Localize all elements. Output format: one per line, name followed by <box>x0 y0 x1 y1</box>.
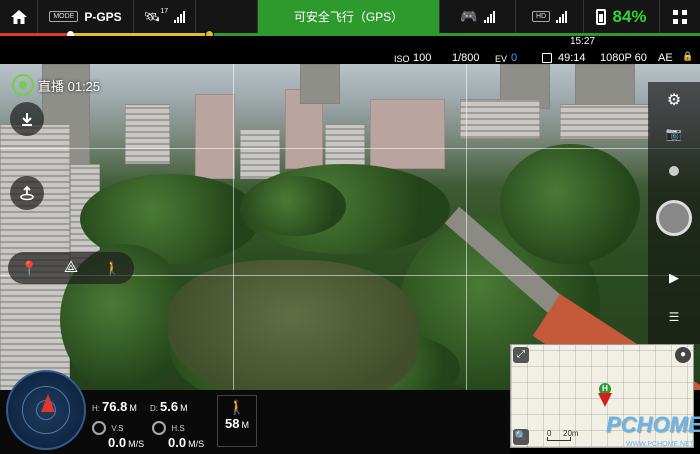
building <box>460 99 540 139</box>
distance-readout: D: 5.6 M <box>150 399 188 414</box>
iso-label: ISO <box>394 54 410 64</box>
live-stream-indicator[interactable]: 直播 01:25 <box>12 74 100 96</box>
grid-line <box>466 64 467 390</box>
return-home-icon <box>20 185 34 201</box>
waypoint-navigation-icon[interactable]: ⟁ <box>64 259 78 277</box>
ev-label: EV <box>495 54 508 64</box>
battery-icon <box>596 8 607 25</box>
clock: 15:27 <box>570 36 596 47</box>
spacer <box>196 0 258 34</box>
satellite-count: 17 <box>160 8 169 15</box>
live-icon <box>12 74 34 96</box>
takeoff-button[interactable] <box>10 102 44 136</box>
attitude-indicator[interactable] <box>6 370 86 450</box>
playback-button[interactable]: ▶ <box>648 270 700 286</box>
mode-badge: MODE <box>49 11 79 22</box>
aircraft-heading-icon <box>41 394 55 412</box>
grid-menu-icon <box>673 9 687 24</box>
pilot-distance-readout: 🚶 58 M <box>217 395 257 447</box>
flight-status[interactable]: 可安全飞行（GPS） <box>258 0 440 34</box>
aircraft-marker-icon <box>598 393 612 407</box>
scale-bar <box>547 437 571 441</box>
signal-bars-icon <box>556 10 568 23</box>
map-compass-icon[interactable]: ● <box>675 347 691 363</box>
ae-lock-icon: 🔒 <box>682 51 694 61</box>
more-settings-icon[interactable]: ☰ <box>648 310 700 324</box>
lake <box>168 260 418 390</box>
iso-value: 100 <box>413 52 432 64</box>
camera-settings-button[interactable]: ⚙ <box>648 90 700 110</box>
home-icon <box>10 9 27 24</box>
vertical-speed-readout: V.S 0.0 M/S <box>92 420 144 450</box>
point-of-interest-icon[interactable]: 📍 <box>21 260 38 277</box>
ae-label: AE <box>658 52 673 64</box>
flight-mode: P-GPS <box>84 9 122 24</box>
photo-mode-icon[interactable]: 📷 <box>648 126 700 142</box>
live-label: 直播 01:25 <box>38 78 101 94</box>
hd-video-signal[interactable]: HD <box>516 0 584 34</box>
shutter-button[interactable] <box>656 200 692 236</box>
grid-line <box>233 64 234 390</box>
remote-controller-signal[interactable]: 🎮 <box>440 0 516 34</box>
home-button[interactable] <box>0 0 38 34</box>
zoom-icon[interactable]: 🔍 <box>513 429 529 445</box>
satellite-icon: 🛰 <box>143 8 161 24</box>
horizontal-speed-icon <box>152 420 166 435</box>
building <box>125 104 170 164</box>
island <box>246 176 346 236</box>
expand-map-icon[interactable]: ⤢ <box>513 347 529 363</box>
signal-bars-icon <box>174 10 186 23</box>
resolution: 1080P 60 <box>600 52 647 64</box>
building <box>370 99 445 169</box>
vertical-speed-icon <box>92 420 106 435</box>
building <box>195 94 235 179</box>
shutter-value: 1/800 <box>452 52 480 64</box>
watermark-url: WWW.PCHOME.NET <box>626 441 695 448</box>
building <box>560 104 650 139</box>
intelligent-flight-modes: 📍 ⟁ 🚶 <box>8 252 134 284</box>
sd-card-icon <box>542 53 552 63</box>
flight-mode-indicator[interactable]: MODE P-GPS <box>38 0 134 34</box>
tree <box>500 144 640 264</box>
pilot-icon: 🚶 <box>228 399 246 415</box>
building <box>240 129 280 179</box>
follow-me-icon[interactable]: 🚶 <box>104 260 121 277</box>
top-status-bar: MODE P-GPS 🛰 17 可安全飞行（GPS） 🎮 HD 84% <box>0 0 700 34</box>
ev-value: 0 <box>511 52 518 64</box>
record-time: 49:14 <box>558 52 586 64</box>
camera-view[interactable] <box>0 64 700 390</box>
takeoff-icon <box>22 113 32 126</box>
building <box>300 64 340 104</box>
hd-icon: HD <box>531 11 551 22</box>
grid-line <box>0 148 700 149</box>
height-readout: H: 76.8 M <box>92 399 137 414</box>
return-home-button[interactable] <box>10 176 44 210</box>
flight-status-text: 可安全飞行（GPS） <box>293 10 404 24</box>
battery-indicator[interactable]: 84% <box>584 0 660 34</box>
remote-controller-icon: 🎮 <box>460 8 478 24</box>
camera-control-panel: ⚙ 📷 ▶ ☰ <box>648 82 700 344</box>
horizontal-speed-readout: H.S 0.0 M/S <box>152 420 204 450</box>
signal-bars-icon <box>483 10 495 23</box>
battery-percent: 84% <box>612 6 647 26</box>
gps-signal[interactable]: 🛰 17 <box>134 0 196 34</box>
settings-button[interactable] <box>660 0 700 34</box>
watermark-logo: PCHOME <box>606 412 700 437</box>
mode-dot <box>669 166 679 176</box>
